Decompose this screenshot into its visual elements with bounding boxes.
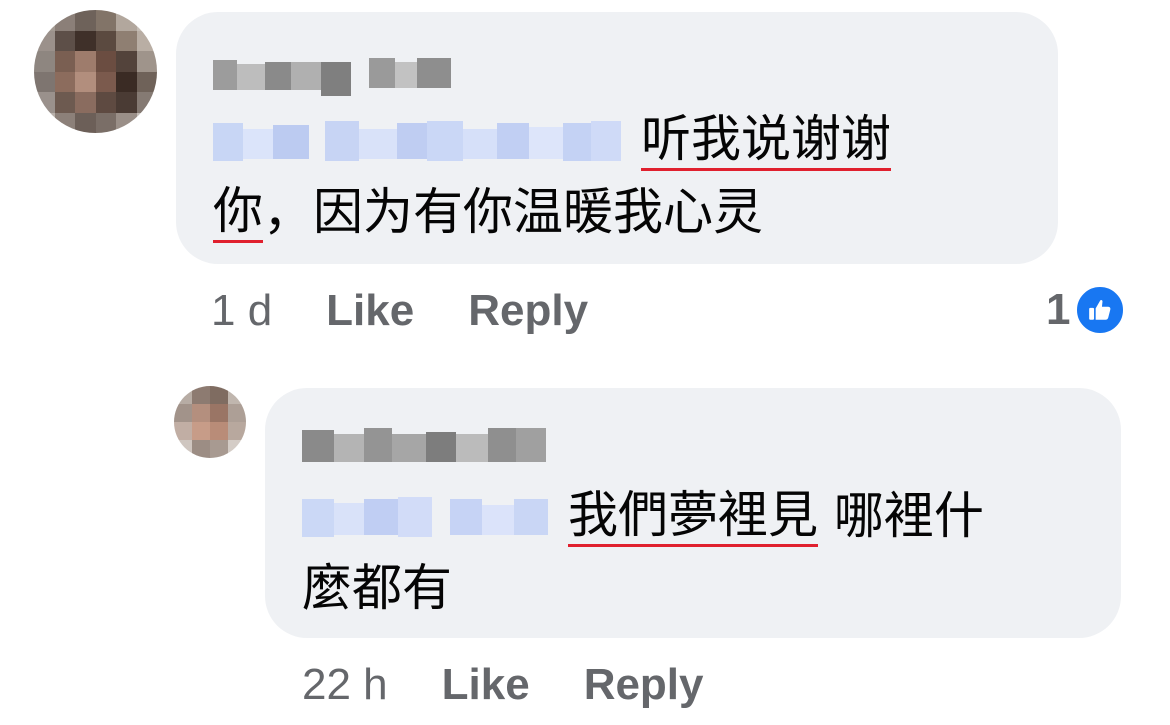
mention-blurred[interactable] — [302, 495, 548, 537]
commenter-avatar[interactable] — [34, 10, 157, 133]
mention-blurred[interactable] — [213, 119, 621, 161]
comment-text-underlined: 你 — [213, 182, 263, 243]
reply-button[interactable]: Reply — [584, 660, 704, 710]
reply-bubble: 我們夢裡見 哪裡什 麼都有 — [265, 388, 1121, 638]
reply-text-line2: 麼都有 — [302, 559, 452, 617]
reply-text-underlined: 我們夢裡見 — [568, 486, 818, 547]
comment-timestamp[interactable]: 1 d — [211, 286, 272, 336]
commenter-name-blurred[interactable] — [213, 52, 451, 96]
pixelated-avatar-image — [174, 386, 246, 458]
comment-bubble: 听我说谢谢 你 ，因为有你温暖我心灵 — [176, 12, 1058, 264]
reaction-summary[interactable]: 1 — [1046, 284, 1127, 336]
reply-button[interactable]: Reply — [468, 286, 588, 336]
comment-actions: 1 d Like Reply — [211, 286, 642, 336]
like-button[interactable]: Like — [442, 660, 530, 710]
comment-text-rest: ，因为有你温暖我心灵 — [263, 183, 763, 241]
reply-text: 我們夢裡見 哪裡什 麼都有 — [302, 480, 1122, 624]
replier-name-blurred[interactable] — [302, 424, 546, 466]
reply-actions: 22 h Like Reply — [302, 660, 758, 710]
replier-avatar[interactable] — [174, 386, 246, 458]
comment-text-line1: 听我说谢谢 — [641, 110, 891, 171]
like-button[interactable]: Like — [326, 286, 414, 336]
thumbs-up-icon — [1074, 284, 1127, 336]
reply-text-rest: 哪裡什 — [818, 487, 984, 545]
reply-timestamp[interactable]: 22 h — [302, 660, 388, 710]
pixelated-avatar-image — [34, 10, 157, 133]
reaction-count: 1 — [1046, 285, 1071, 334]
comment-text: 听我说谢谢 你 ，因为有你温暖我心灵 — [213, 104, 1033, 248]
